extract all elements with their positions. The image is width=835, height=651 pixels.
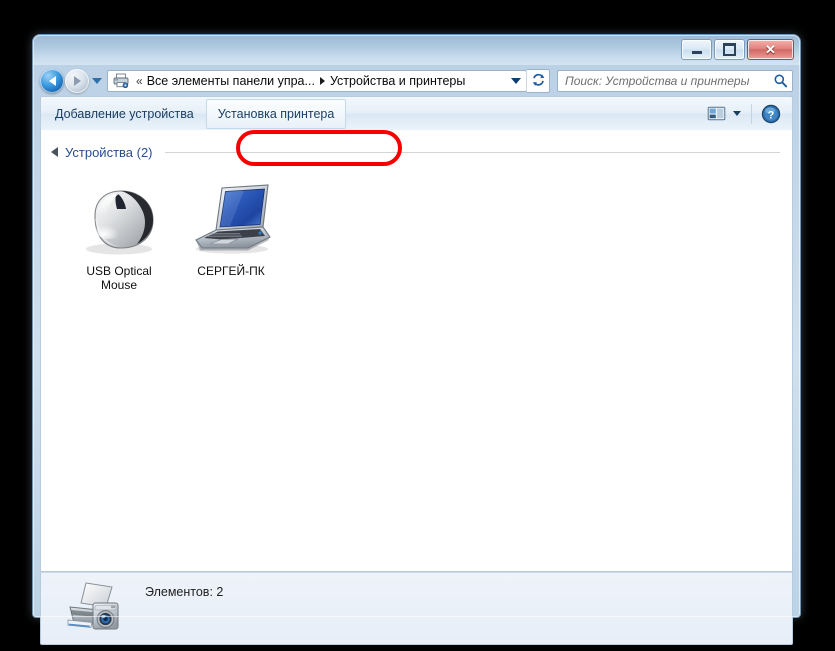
breadcrumb-overflow[interactable]: «: [132, 74, 147, 88]
recent-pages-chevron-down-icon[interactable]: [92, 77, 102, 84]
close-icon: ✕: [765, 42, 776, 57]
device-label: USB Optical Mouse: [86, 264, 152, 292]
content-pane: Устройства (2) USB Optical Mouse СЕРГЕЙ-…: [40, 130, 793, 572]
add-printer-label: Установка принтера: [217, 106, 335, 121]
view-layout-icon: [707, 106, 725, 121]
arrow-right-icon: [73, 75, 81, 86]
status-bar: Элементов: 2: [40, 572, 793, 645]
triangle-collapse-icon[interactable]: [51, 147, 58, 157]
chevron-down-icon: [733, 111, 741, 116]
search-icon[interactable]: [773, 73, 788, 88]
close-button[interactable]: ✕: [747, 39, 794, 60]
device-list: USB Optical Mouse СЕРГЕЙ-ПК: [41, 164, 792, 296]
navigation-bar: « Все элементы панели упра... Устройства…: [33, 65, 800, 96]
minimize-button[interactable]: [681, 39, 712, 60]
devices-and-printers-window: ✕ « Все элементы панели упра... Устройст…: [33, 35, 800, 645]
laptop-icon: [188, 182, 274, 258]
svg-text:?: ?: [768, 109, 775, 121]
device-item-usb-optical-mouse[interactable]: USB Optical Mouse: [63, 178, 175, 296]
address-bar[interactable]: « Все элементы панели упра... Устройства…: [107, 69, 527, 92]
refresh-button[interactable]: [526, 68, 550, 93]
change-view-button[interactable]: [703, 102, 729, 126]
chevron-down-icon: [510, 77, 521, 84]
devices-group-title: Устройства (2): [65, 144, 153, 160]
breadcrumb-item-devices-and-printers[interactable]: Устройства и принтеры: [330, 74, 465, 88]
maximize-button[interactable]: [714, 39, 745, 60]
window-controls: ✕: [681, 39, 794, 60]
back-button[interactable]: [40, 68, 64, 93]
search-input[interactable]: [565, 73, 773, 88]
device-label: СЕРГЕЙ-ПК: [197, 264, 265, 278]
toolbar-divider: [751, 103, 752, 124]
group-divider: [164, 151, 780, 153]
mouse-icon: [77, 182, 161, 258]
arrow-left-icon: [48, 75, 56, 86]
toolbar-right-group: ?: [703, 102, 790, 126]
forward-button[interactable]: [65, 68, 89, 93]
command-toolbar: Добавление устройства Установка принтера: [40, 96, 793, 131]
title-bar: ✕: [33, 35, 800, 65]
refresh-icon: [532, 73, 544, 86]
maximize-icon: [723, 43, 736, 56]
address-dropdown-button[interactable]: [507, 71, 524, 91]
devices-group-header: Устройства (2): [41, 130, 792, 164]
printer-scanner-camera-icon: [65, 579, 131, 639]
add-device-button[interactable]: Добавление устройства: [43, 99, 206, 129]
device-item-sergey-pc[interactable]: СЕРГЕЙ-ПК: [175, 178, 287, 296]
help-question-icon: ?: [761, 104, 781, 123]
breadcrumb-separator-icon[interactable]: [319, 76, 325, 85]
breadcrumb-item-control-panel[interactable]: Все элементы панели упра...: [147, 74, 315, 88]
view-dropdown-button[interactable]: [729, 102, 745, 126]
minimize-icon: [691, 51, 702, 54]
status-item-count: Элементов: 2: [145, 585, 224, 599]
search-box[interactable]: [557, 69, 793, 92]
printer-icon: [112, 73, 129, 89]
help-button[interactable]: ?: [758, 102, 784, 126]
add-device-label: Добавление устройства: [55, 106, 194, 121]
add-printer-button[interactable]: Установка принтера: [205, 98, 347, 129]
